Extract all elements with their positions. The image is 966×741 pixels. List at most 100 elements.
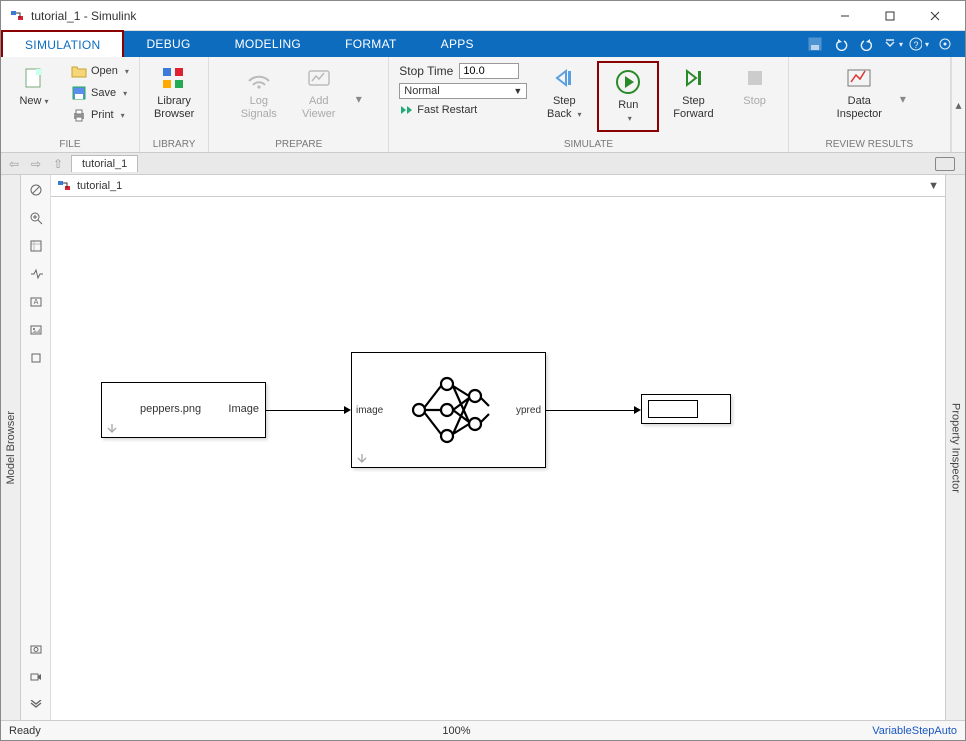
undo-icon[interactable] [831, 34, 851, 54]
document-bar: ⇦ ⇨ ⇧ tutorial_1 [1, 153, 965, 175]
status-ready: Ready [9, 725, 41, 737]
group-prepare: Log Signals Add Viewer ▾ PREPARE [209, 57, 389, 152]
nav-back-button[interactable]: ⇦ [5, 155, 23, 173]
stop-label: Stop [743, 95, 766, 108]
stoptime-input[interactable] [459, 63, 519, 79]
redo-icon[interactable] [857, 34, 877, 54]
title-bar: tutorial_1 - Simulink [1, 1, 965, 31]
simulation-mode-value: Normal [404, 85, 439, 97]
open-label: Open [91, 65, 118, 77]
fast-restart-button[interactable]: Fast Restart [399, 103, 527, 117]
neural-network-icon [407, 368, 492, 453]
signal-arrow-icon [634, 406, 641, 414]
hide-browser-button[interactable] [25, 179, 47, 201]
group-review: Data Inspector ▾ REVIEW RESULTS [789, 57, 951, 152]
minimize-button[interactable] [822, 2, 867, 30]
log-signals-button[interactable]: Log Signals [232, 61, 286, 124]
open-button[interactable]: Open▾ [67, 61, 133, 81]
breadcrumb-dropdown[interactable]: ▼ [928, 180, 939, 192]
signal-line[interactable] [266, 410, 346, 411]
block-badge-icon [356, 452, 368, 464]
canvas-toolbar: A [21, 175, 51, 720]
run-label: Run [618, 99, 638, 111]
quick-access-toolbar: ▾ ?▾ [795, 31, 965, 57]
group-review-label: REVIEW RESULTS [795, 137, 944, 150]
print-button[interactable]: Print▾ [67, 105, 133, 125]
step-forward-button[interactable]: Step Forward [665, 61, 721, 124]
fast-restart-icon [399, 103, 413, 117]
screenshot-button[interactable] [25, 638, 47, 660]
status-solver[interactable]: VariableStepAuto [872, 725, 957, 737]
status-zoom[interactable]: 100% [41, 725, 872, 737]
area-button[interactable] [25, 347, 47, 369]
group-prepare-label: PREPARE [215, 137, 382, 150]
library-browser-button[interactable]: Library Browser [146, 61, 202, 124]
property-inspector-label: Property Inspector [950, 403, 962, 493]
log-signals-label: Log Signals [241, 95, 277, 120]
block-net-outport-label: ypred [516, 405, 541, 416]
display-value-box [648, 400, 698, 418]
data-inspector-button[interactable]: Data Inspector [829, 61, 890, 124]
save-disk-icon [71, 85, 87, 101]
app-icon [9, 8, 25, 24]
library-icon [161, 65, 187, 91]
block-display[interactable] [641, 394, 731, 424]
property-inspector-panel[interactable]: Property Inspector [945, 175, 965, 720]
document-tab[interactable]: tutorial_1 [71, 155, 138, 172]
record-button[interactable] [25, 666, 47, 688]
block-image-from-file[interactable]: peppers.png Image [101, 382, 266, 438]
tab-modeling[interactable]: MODELING [213, 31, 323, 57]
signal-arrow-icon [344, 406, 351, 414]
overflow-icon[interactable]: ▾ [883, 34, 903, 54]
more-tools-button[interactable] [25, 694, 47, 716]
zoom-in-button[interactable] [25, 207, 47, 229]
image-button[interactable] [25, 319, 47, 341]
toggle-sample-time-button[interactable] [25, 263, 47, 285]
stop-button[interactable]: Stop [728, 61, 782, 112]
review-expand-button[interactable]: ▾ [896, 92, 910, 106]
nav-forward-button[interactable]: ⇨ [27, 155, 45, 173]
step-back-button[interactable]: Step Back ▾ [537, 61, 591, 124]
help-icon[interactable]: ?▾ [909, 34, 929, 54]
tab-simulation[interactable]: SIMULATION [1, 30, 124, 57]
tab-debug[interactable]: DEBUG [124, 31, 212, 57]
simulation-mode-select[interactable]: Normal▼ [399, 83, 527, 99]
save-button[interactable]: Save▾ [67, 83, 133, 103]
toolstrip-tabs: SIMULATION DEBUG MODELING FORMAT APPS ▾ … [1, 31, 965, 57]
tab-format[interactable]: FORMAT [323, 31, 419, 57]
window-title: tutorial_1 - Simulink [31, 9, 822, 23]
breadcrumb-root[interactable]: tutorial_1 [77, 180, 122, 192]
target-icon[interactable] [935, 34, 955, 54]
main-area: Model Browser A tutorial_1 ▼ peppers.png… [1, 175, 965, 720]
printer-icon [71, 107, 87, 123]
play-icon [615, 69, 641, 95]
save-icon[interactable] [805, 34, 825, 54]
block-predict-network[interactable]: image ypred [351, 352, 546, 468]
stoptime-label: Stop Time [399, 64, 453, 78]
model-canvas[interactable]: peppers.png Image image ypred [51, 197, 945, 720]
model-browser-panel[interactable]: Model Browser [1, 175, 21, 720]
tab-apps[interactable]: APPS [419, 31, 496, 57]
new-button[interactable]: New▾ [7, 61, 61, 112]
annotation-button[interactable]: A [25, 291, 47, 313]
step-back-label: Step Back [547, 95, 576, 120]
maximize-button[interactable] [867, 2, 912, 30]
model-icon [57, 179, 71, 193]
keyboard-icon[interactable] [935, 157, 955, 171]
stop-icon [742, 65, 768, 91]
nav-up-button[interactable]: ⇧ [49, 155, 67, 173]
prepare-expand-button[interactable]: ▾ [352, 92, 366, 106]
fit-view-button[interactable] [25, 235, 47, 257]
signal-line[interactable] [546, 410, 636, 411]
group-simulate-label: SIMULATE [395, 137, 781, 150]
add-viewer-button[interactable]: Add Viewer [292, 61, 346, 124]
viewer-icon [306, 65, 332, 91]
ribbon-collapse-button[interactable]: ▴ [951, 57, 965, 152]
ribbon: New▾ Open▾ Save▾ Print▾ FILE Library Bro… [1, 57, 965, 153]
block-badge-icon [106, 422, 118, 434]
run-button[interactable]: Run▾ [601, 65, 655, 128]
block-src-filename: peppers.png [140, 403, 201, 415]
close-button[interactable] [912, 2, 957, 30]
block-src-port-label: Image [228, 403, 259, 415]
step-forward-icon [680, 65, 706, 91]
